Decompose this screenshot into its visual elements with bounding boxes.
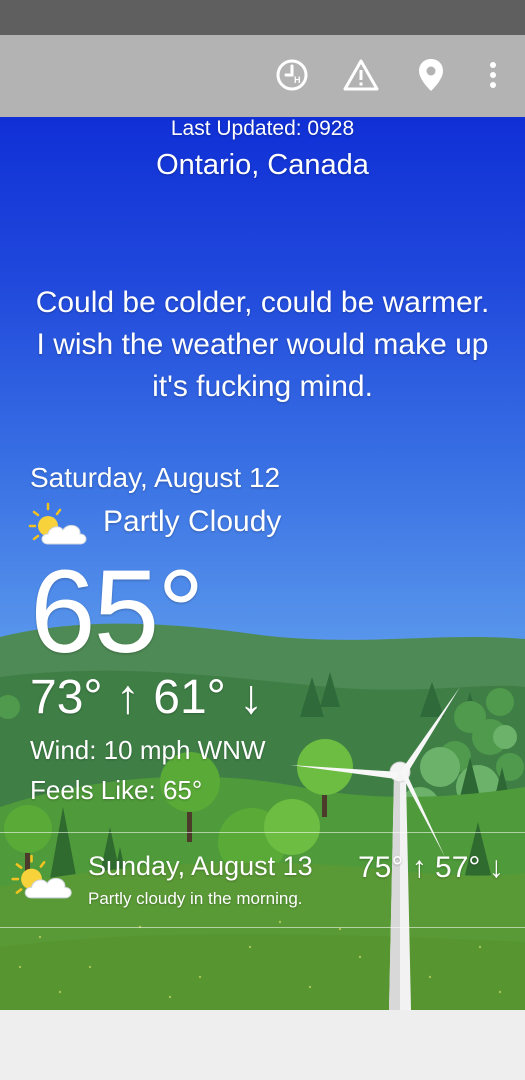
partly-cloudy-icon [11,854,72,899]
current-condition: Partly Cloudy [103,505,282,538]
forecast-divider-top [0,832,525,833]
forecast-divider-bottom [0,927,525,928]
wind-info: Wind: 10 mph WNW [30,735,266,765]
forecast-hi-lo: 75° ↑ 57° ↓ [358,851,504,884]
current-day: Saturday, August 12 [30,462,281,493]
bottom-blank-area [0,1010,525,1080]
location-name[interactable]: Ontario, Canada [0,149,525,182]
warning-icon[interactable] [341,55,381,95]
location-pin-icon[interactable] [411,55,451,95]
partly-cloudy-icon [28,502,87,545]
toolbar: H [0,35,525,117]
last-updated: Last Updated: 0928 [170,117,355,140]
weather-quote: Could be colder, could be warmer. I wish… [35,286,490,403]
forecast-day: Sunday, August 13 [88,851,313,881]
feels-like: Feels Like: 65° [30,775,203,805]
forecast-description: Partly cloudy in the morning. [88,889,303,908]
weather-scene: Last Updated: 0928 Ontario, Canada Could… [0,117,525,1010]
more-vert-icon[interactable] [473,55,513,95]
hourly-clock-icon[interactable]: H [272,55,312,95]
current-temperature: 65° [30,546,204,678]
svg-text:H: H [294,75,301,85]
current-hi-lo: 73° ↑ 61° ↓ [30,671,264,724]
status-bar [0,0,525,35]
